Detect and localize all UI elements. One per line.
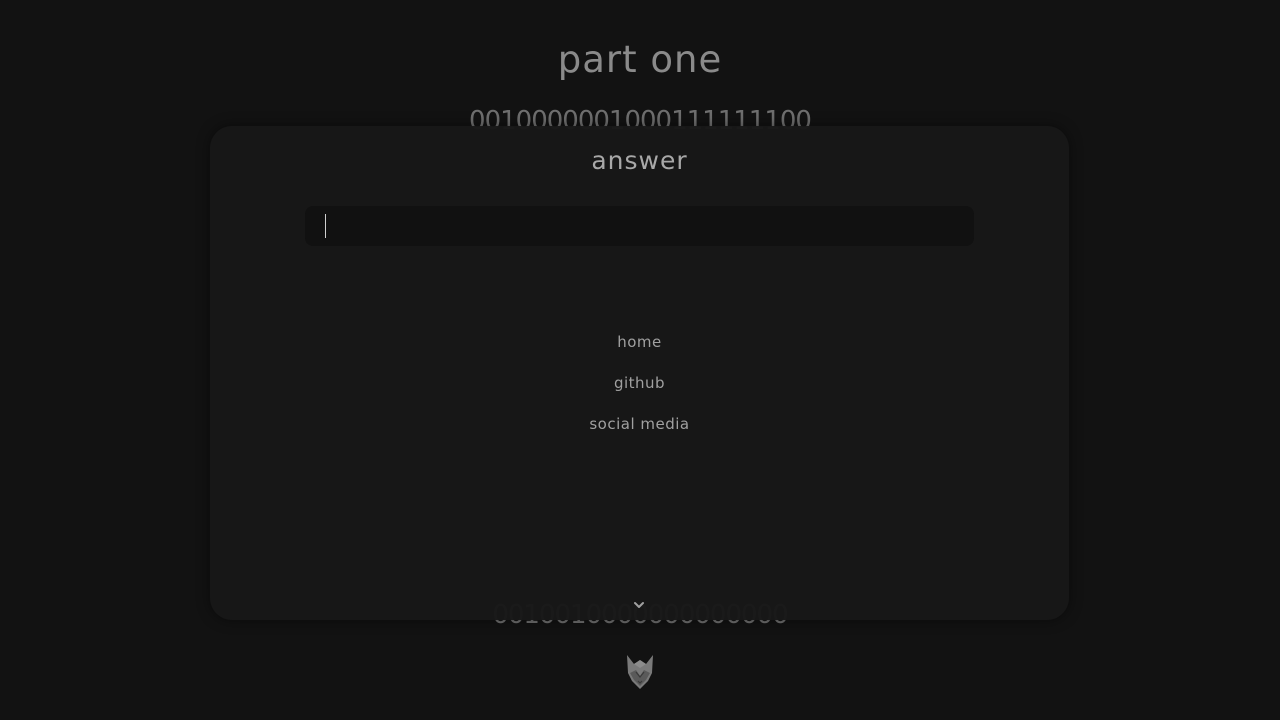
github-link[interactable]: github <box>210 374 1069 392</box>
chevron-down-icon[interactable] <box>632 600 646 610</box>
text-cursor <box>325 214 326 238</box>
social-media-link[interactable]: social media <box>210 415 1069 433</box>
answer-input[interactable] <box>305 206 974 246</box>
page: part one 0010000001000111111100 00100100… <box>0 0 1280 720</box>
answer-panel: answer home github social media <box>210 126 1069 620</box>
answer-title: answer <box>591 146 688 175</box>
page-title: part one <box>557 38 723 81</box>
fox-logo-icon[interactable] <box>624 653 656 691</box>
home-link[interactable]: home <box>210 333 1069 351</box>
